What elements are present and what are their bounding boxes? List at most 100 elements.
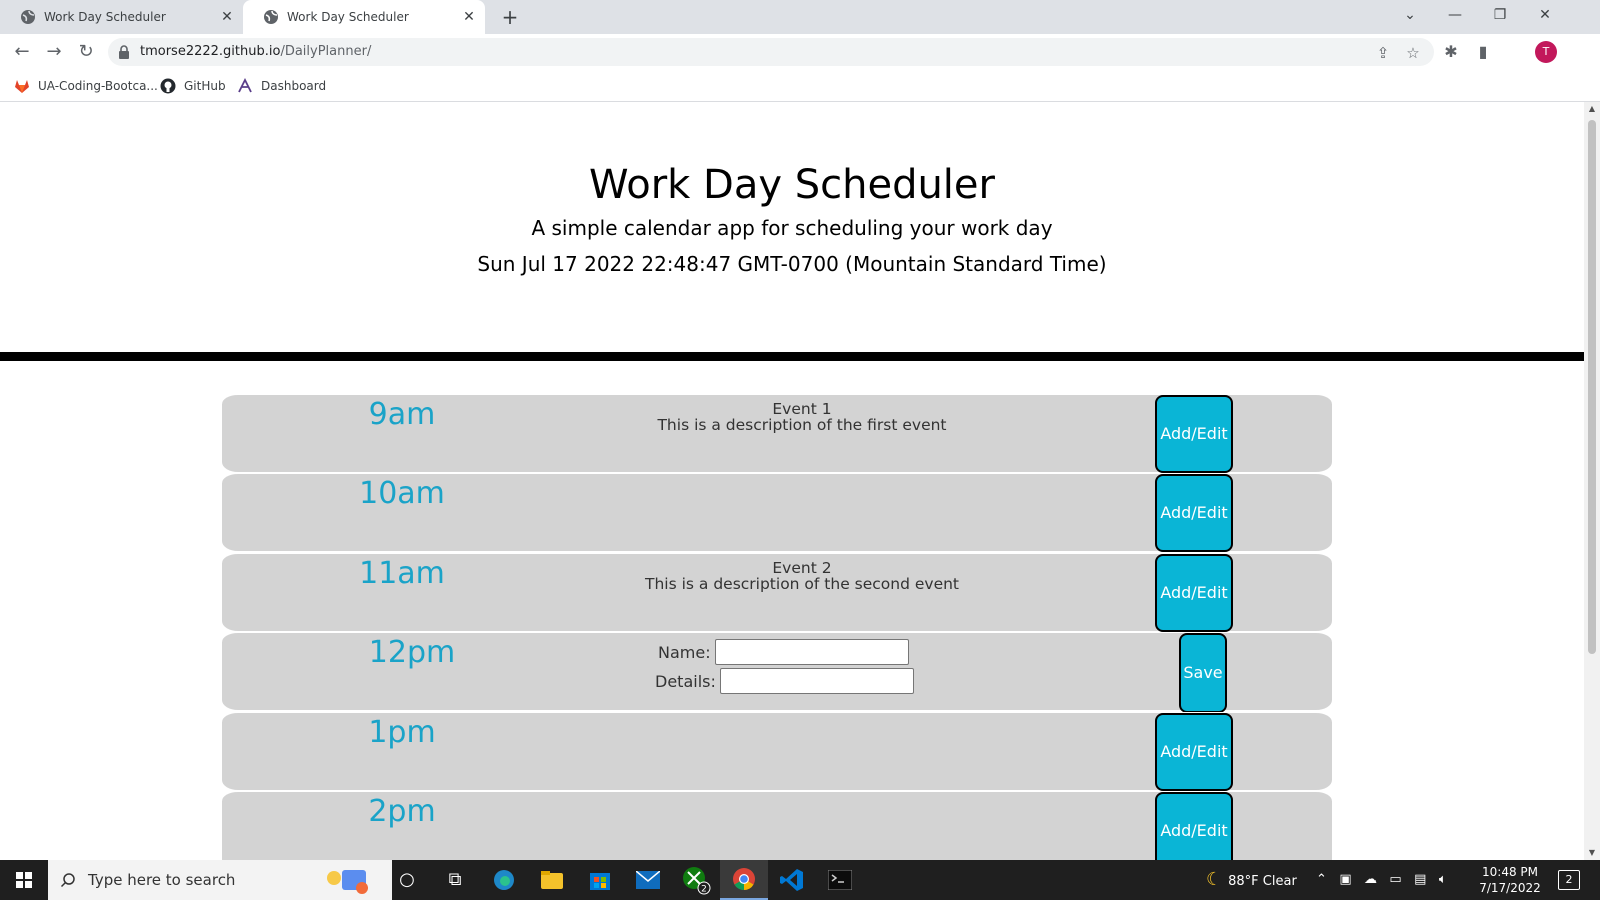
event-description[interactable]: Event 2 This is a description of the sec… [552,560,1052,592]
hour-label: 1pm [368,715,436,750]
windows-icon [16,872,32,888]
search-icon [60,873,75,888]
page-title: Work Day Scheduler [589,162,995,208]
tray-icons[interactable]: ⌃ ▣ ☁ ▭ ▤ 🔈︎ [1316,860,1447,900]
tab-strip: Work Day Scheduler ✕ Work Day Scheduler … [0,0,1600,34]
time-block-2pm: 2pm Add/Edit [222,791,1332,860]
lock-icon [119,45,129,59]
xbox-badge: 2 [701,885,707,895]
url-host: tmorse2222.github.io [140,44,281,59]
network-icon[interactable]: ▤ [1414,872,1426,887]
mail-icon[interactable] [624,860,672,900]
clock-time: 10:48 PM [1482,865,1538,879]
bookmark-github[interactable]: GitHub [160,78,226,94]
name-label: Name: [658,642,711,662]
side-panel-icon[interactable]: ▮ [1472,41,1494,63]
address-bar[interactable]: tmorse2222.github.io/DailyPlanner/ ⇪ ☆ [108,38,1434,66]
bookmark-label: Dashboard [261,79,327,93]
tab-title: Work Day Scheduler [44,10,166,24]
url-text: tmorse2222.github.io/DailyPlanner/ [140,44,371,59]
scroll-up-icon[interactable]: ▲ [1584,102,1600,116]
globe-icon [21,10,35,24]
hour-label: 9am [368,397,436,432]
add-edit-button[interactable]: Add/Edit [1155,474,1233,552]
name-input[interactable] [714,639,909,665]
vscode-icon[interactable] [768,860,816,900]
restore-button[interactable]: ❐ [1478,0,1522,34]
bookmark-star-icon[interactable]: ☆ [1404,44,1422,62]
jumbotron: Work Day Scheduler A simple calendar app… [0,102,1584,360]
store-icon[interactable] [576,860,624,900]
browser-toolbar: ← → ↻ tmorse2222.github.io/DailyPlanner/… [0,34,1600,70]
meet-icon[interactable]: ▣ [1339,872,1351,887]
hour-label: 10am [359,476,445,511]
clock-date: 7/17/2022 [1479,881,1541,895]
start-button[interactable] [0,860,48,900]
chrome-icon[interactable] [720,860,768,900]
page-lead: A simple calendar app for scheduling you… [531,216,1053,240]
time-block-9am: 9am Event 1 This is a description of the… [222,394,1332,473]
chevron-up-icon[interactable]: ⌃ [1316,872,1327,887]
details-label: Details: [655,671,716,691]
close-window-button[interactable]: ✕ [1523,0,1567,34]
details-input[interactable] [719,668,914,694]
globe-icon [264,10,278,24]
scroll-thumb[interactable] [1588,120,1596,654]
time-block-11am: 11am Event 2 This is a description of th… [222,553,1332,632]
calendar-widget-icon [327,870,368,894]
back-icon[interactable]: ← [8,38,36,66]
xbox-icon[interactable]: 2 [672,860,720,900]
search-placeholder: Type here to search [88,871,236,889]
forward-icon[interactable]: → [40,38,68,66]
task-view-icon[interactable]: ⧉ [431,860,479,900]
event-title: Event 1 [772,400,832,418]
add-edit-button[interactable]: Add/Edit [1155,554,1233,632]
page-scrollbar[interactable]: ▲ ▼ [1584,102,1600,860]
event-description[interactable]: Event 1 This is a description of the fir… [552,401,1052,433]
event-text: This is a description of the second even… [644,575,960,593]
minimize-button[interactable]: — [1433,0,1477,34]
file-explorer-icon[interactable] [528,860,576,900]
close-icon[interactable]: ✕ [219,9,235,25]
close-icon[interactable]: ✕ [461,9,477,25]
bookmarks-bar: UA-Coding-Bootca... GitHub Dashboard [0,70,1600,102]
time-block-12pm: 12pm Name: Details: Save [222,632,1332,713]
browser-tab-2[interactable]: Work Day Scheduler ✕ [243,0,485,34]
volume-icon[interactable]: 🔈︎ [1439,872,1447,887]
hour-label: 2pm [368,794,436,829]
new-tab-button[interactable]: + [498,5,522,29]
taskbar-clock[interactable]: 10:48 PM 7/17/2022 [1470,864,1550,896]
browser-tab-1[interactable]: Work Day Scheduler ✕ [0,0,243,34]
notification-center-icon[interactable]: 2 [1558,870,1580,890]
cortana-icon[interactable]: ○ [383,860,431,900]
avatar[interactable]: T [1535,41,1557,63]
taskbar-search[interactable]: Type here to search [48,860,392,900]
tab-title: Work Day Scheduler [287,10,409,24]
save-button[interactable]: Save [1179,633,1227,713]
battery-icon[interactable]: ▭ [1389,872,1401,887]
current-day: Sun Jul 17 2022 22:48:47 GMT-0700 (Mount… [477,252,1107,276]
time-block-10am: 10am Add/Edit [222,473,1332,552]
tab-search-icon[interactable]: ⌄ [1388,0,1432,34]
bookmark-ua-coding[interactable]: UA-Coding-Bootca... [14,78,158,94]
event-text: This is a description of the first event [657,416,947,434]
url-path: /DailyPlanner/ [280,44,372,59]
bookmark-label: UA-Coding-Bootca... [38,79,158,93]
add-edit-button[interactable]: Add/Edit [1155,792,1233,860]
add-edit-button[interactable]: Add/Edit [1155,395,1233,473]
edge-icon[interactable] [480,860,528,900]
weather-widget[interactable]: ☾ 88°F Clear [1206,860,1297,900]
time-block-1pm: 1pm Add/Edit [222,712,1332,791]
reload-icon[interactable]: ↻ [72,38,100,66]
extensions-icon[interactable]: ✱ [1440,41,1462,63]
taskbar: Type here to search ○ ⧉ 2 ☾ 88°F Clear ⌃ … [0,860,1600,900]
add-edit-button[interactable]: Add/Edit [1155,713,1233,791]
terminal-icon[interactable] [816,860,864,900]
hour-label: 12pm [368,635,456,670]
scroll-down-icon[interactable]: ▼ [1584,846,1600,860]
bookmark-dashboard[interactable]: Dashboard [237,78,326,94]
onedrive-icon[interactable]: ☁ [1364,872,1377,887]
page-viewport: Work Day Scheduler A simple calendar app… [0,102,1584,860]
share-icon[interactable]: ⇪ [1374,44,1392,62]
hour-label: 11am [359,556,445,591]
